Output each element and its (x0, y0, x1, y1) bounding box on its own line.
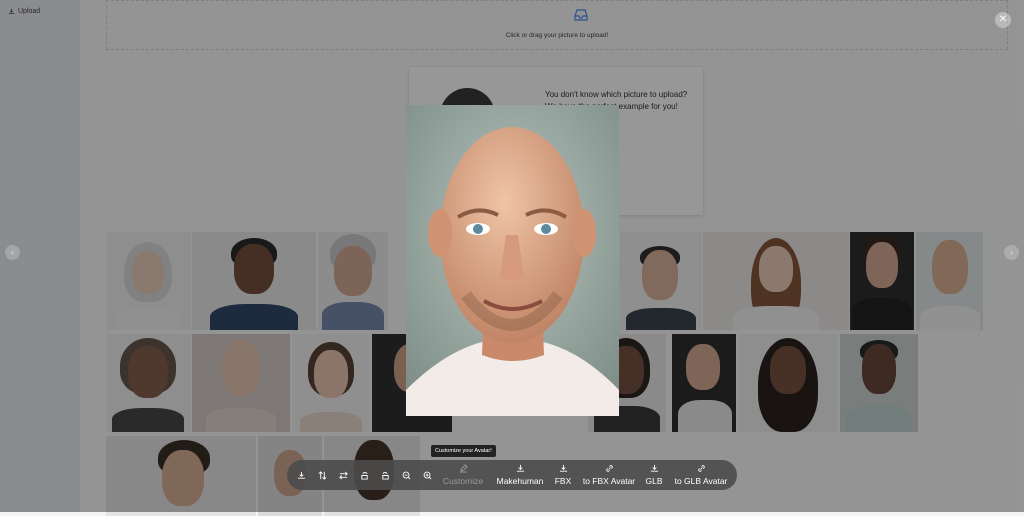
download-icon (650, 464, 658, 472)
bald-man-portrait (406, 105, 619, 416)
zoom-in-icon[interactable] (423, 471, 432, 480)
link-icon (697, 465, 705, 472)
makehuman-download-button[interactable]: Makehuman (494, 464, 546, 486)
rotate-right-icon[interactable] (381, 471, 390, 480)
to-glb-avatar-link[interactable]: to GLB Avatar (671, 464, 731, 486)
close-button[interactable]: ✕ (995, 12, 1011, 28)
to-fbx-avatar-link[interactable]: to FBX Avatar (580, 464, 638, 486)
download-icon (516, 464, 524, 472)
zoom-out-icon[interactable] (402, 471, 411, 480)
fbx-label: FBX (554, 476, 572, 486)
chevron-left-icon: ‹ (11, 247, 14, 257)
next-image-button[interactable]: › (1004, 245, 1019, 260)
customize-label: Customize (442, 476, 484, 486)
download-icon[interactable] (297, 471, 306, 480)
rotate-left-icon[interactable] (360, 471, 369, 480)
download-icon (559, 464, 567, 472)
chevron-right-icon: › (1010, 247, 1013, 257)
glb-label: GLB (645, 476, 663, 486)
fbx-download-button[interactable]: FBX (552, 464, 574, 486)
previous-image-button[interactable]: ‹ (5, 245, 20, 260)
swap-horizontal-icon[interactable] (339, 471, 348, 480)
customize-tooltip: Customize your Avatar! (431, 445, 496, 457)
customize-button[interactable]: Customize (442, 464, 484, 486)
to-fbx-avatar-label: to FBX Avatar (582, 476, 636, 486)
swap-vertical-icon[interactable] (318, 471, 327, 480)
to-glb-avatar-label: to GLB Avatar (674, 476, 728, 486)
link-icon (605, 465, 613, 472)
glb-download-button[interactable]: GLB (643, 464, 665, 486)
makehuman-label: Makehuman (496, 476, 544, 486)
edit-icon (459, 464, 468, 473)
close-icon: ✕ (998, 14, 1008, 25)
preview-image (406, 105, 619, 416)
